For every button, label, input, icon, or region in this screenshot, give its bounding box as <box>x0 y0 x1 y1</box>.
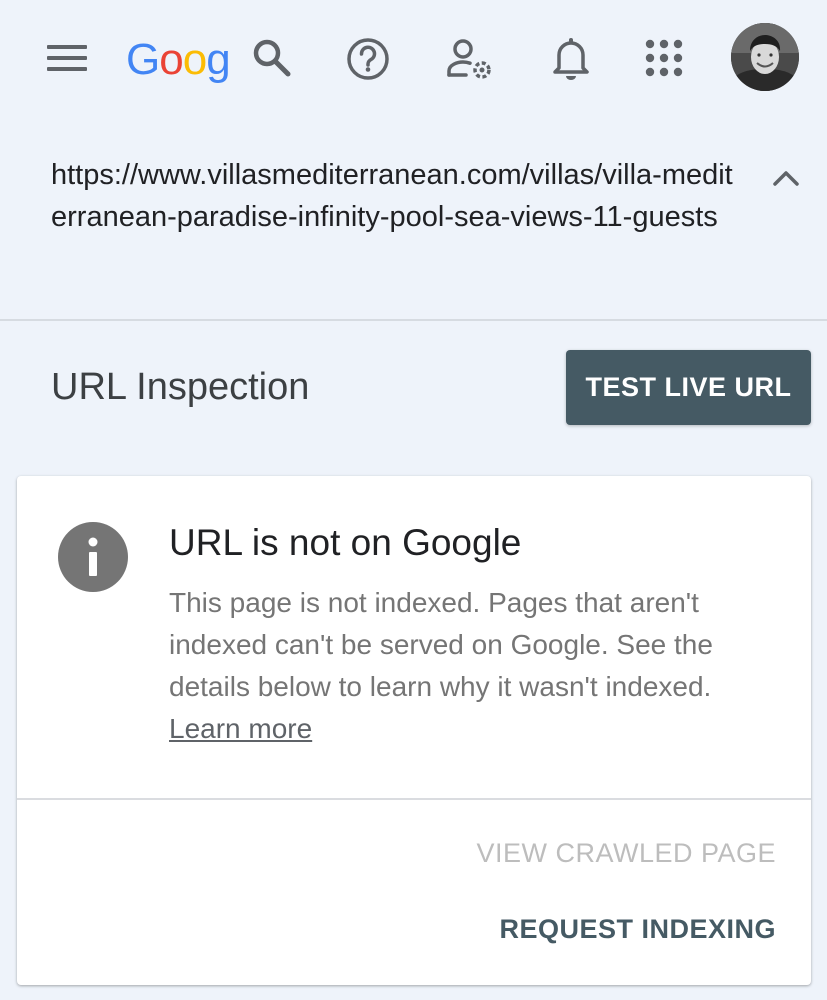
help-icon[interactable] <box>345 36 391 82</box>
avatar[interactable] <box>731 23 799 91</box>
learn-more-link[interactable]: Learn more <box>169 713 312 744</box>
logo-letter: o <box>159 35 184 84</box>
view-crawled-page-button[interactable]: VIEW CRAWLED PAGE <box>476 838 776 869</box>
page-title: URL Inspection <box>51 366 310 408</box>
user-settings-icon[interactable] <box>445 36 495 82</box>
status-title: URL is not on Google <box>169 522 522 563</box>
chevron-up-icon[interactable] <box>764 156 808 200</box>
inspected-url: https://www.villasmediterranean.com/vill… <box>51 159 733 233</box>
info-icon <box>58 522 128 592</box>
logo-text: Google <box>126 35 228 84</box>
request-indexing-button[interactable]: REQUEST INDEXING <box>499 914 776 945</box>
google-logo[interactable]: Google <box>126 34 228 86</box>
inspected-url-panel: https://www.villasmediterranean.com/vill… <box>0 120 827 321</box>
top-app-bar: Google <box>0 0 827 120</box>
test-live-url-button[interactable]: TEST LIVE URL <box>566 350 811 425</box>
index-status-card: URL is not on Google This page is not in… <box>17 476 811 985</box>
divider <box>17 798 811 800</box>
apps-icon[interactable] <box>644 38 684 78</box>
menu-icon[interactable] <box>46 38 88 78</box>
logo-letter: g <box>206 35 228 84</box>
notifications-icon[interactable] <box>548 34 594 82</box>
logo-letter: o <box>182 35 208 84</box>
status-description-text: This page is not indexed. Pages that are… <box>169 587 713 702</box>
search-icon[interactable] <box>250 36 294 80</box>
status-description: This page is not indexed. Pages that are… <box>169 582 789 750</box>
logo-letter: G <box>126 35 160 84</box>
